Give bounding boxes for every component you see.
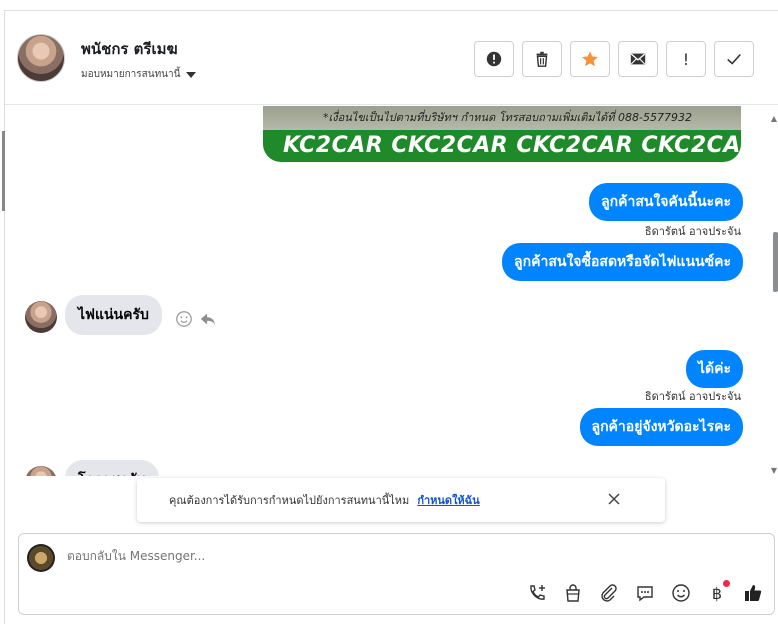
close-icon[interactable] bbox=[607, 492, 621, 506]
header-actions: ! bbox=[474, 41, 754, 77]
smiley-icon[interactable] bbox=[175, 310, 193, 328]
conversation-header: พนัชกร ตรีเมฆ มอบหมายการสนทนานี้ ! bbox=[5, 11, 778, 105]
assign-to-me-link[interactable]: กำหนดให้ฉัน bbox=[417, 491, 479, 509]
reply-icon[interactable] bbox=[199, 310, 217, 328]
star-icon bbox=[582, 51, 598, 67]
sender-name: ธิดารัตน์ อาจประจัน bbox=[644, 225, 741, 238]
contact-avatar-small[interactable] bbox=[25, 301, 57, 333]
call-button[interactable] bbox=[526, 582, 548, 604]
incoming-message[interactable]: โคราชครับ bbox=[65, 460, 159, 476]
thumbs-up-icon bbox=[745, 585, 762, 601]
mark-unread-button[interactable] bbox=[618, 41, 658, 77]
attach-button[interactable] bbox=[598, 582, 620, 604]
follow-up-button[interactable]: ! bbox=[666, 41, 706, 77]
scrollbar-thumb[interactable] bbox=[773, 232, 778, 292]
like-button[interactable] bbox=[742, 582, 764, 604]
exclamation-icon: ! bbox=[682, 49, 690, 69]
conversation-panel: พนัชกร ตรีเมฆ มอบหมายการสนทนานี้ ! *เงื่… bbox=[2, 10, 778, 624]
phone-add-icon bbox=[530, 585, 545, 600]
sender-name: ธิดารัตน์ อาจประจัน bbox=[644, 390, 741, 403]
delete-button[interactable] bbox=[522, 41, 562, 77]
outgoing-message[interactable]: ลูกค้าสนใจซื้อสดหรือจัดไฟแนนซ์คะ bbox=[502, 243, 743, 281]
assign-label: มอบหมายการสนทนานี้ bbox=[81, 69, 181, 80]
star-button[interactable] bbox=[570, 41, 610, 77]
message-thread[interactable]: *เงื่อนไขเป็นไปตามที่บริษัทฯ กำหนด โทรสอ… bbox=[5, 106, 778, 476]
spam-icon bbox=[486, 51, 502, 67]
chat-bubble-icon bbox=[637, 586, 653, 602]
shop-button[interactable] bbox=[562, 582, 584, 604]
image-banner-text: KC2CAR CKC2CAR CKC2CAR CKC2CAR CKC2 bbox=[263, 130, 741, 162]
saved-replies-button[interactable] bbox=[634, 582, 656, 604]
image-attachment[interactable]: *เงื่อนไขเป็นไปตามที่บริษัทฯ กำหนด โทรสอ… bbox=[263, 106, 741, 162]
scroll-down-arrow[interactable]: ▼ bbox=[771, 466, 777, 475]
contact-name[interactable]: พนัชกร ตรีเมฆ bbox=[81, 37, 178, 61]
mark-done-button[interactable] bbox=[714, 41, 754, 77]
shopping-bag-icon bbox=[566, 584, 580, 602]
emoji-icon bbox=[672, 584, 690, 602]
outgoing-message[interactable]: ลูกค้าสนใจคันนี้นะคะ bbox=[589, 183, 743, 221]
outgoing-message[interactable]: ได้ค่ะ bbox=[685, 350, 743, 388]
reply-composer: ฿ bbox=[18, 533, 775, 615]
chevron-down-icon bbox=[186, 71, 197, 78]
assign-notice: คุณต้องการได้รับการกำหนดไปยังการสนทนานี้… bbox=[137, 478, 665, 522]
notification-dot bbox=[723, 580, 730, 587]
composer-tools: ฿ bbox=[526, 580, 764, 604]
baht-icon: ฿ bbox=[711, 583, 723, 603]
contact-avatar[interactable] bbox=[17, 34, 65, 82]
scroll-up-arrow[interactable]: ▲ bbox=[771, 114, 777, 123]
contact-avatar-small[interactable] bbox=[25, 466, 57, 476]
mark-spam-button[interactable] bbox=[474, 41, 514, 77]
check-icon bbox=[727, 53, 741, 65]
assign-dropdown[interactable]: มอบหมายการสนทนานี้ bbox=[81, 67, 197, 82]
image-caption-text: *เงื่อนไขเป็นไปตามที่บริษัทฯ กำหนด โทรสอ… bbox=[323, 111, 692, 124]
reply-input[interactable] bbox=[67, 549, 667, 563]
outgoing-message[interactable]: ลูกค้าอยู่จังหวัดอะไรคะ bbox=[579, 408, 743, 446]
payment-button[interactable]: ฿ bbox=[706, 580, 730, 604]
page-avatar bbox=[27, 544, 55, 572]
notice-text: คุณต้องการได้รับการกำหนดไปยังการสนทนานี้… bbox=[169, 494, 410, 507]
emoji-button[interactable] bbox=[670, 582, 692, 604]
mail-icon bbox=[630, 53, 646, 65]
trash-icon bbox=[536, 51, 548, 67]
incoming-message[interactable]: ไฟแน่นครับ bbox=[65, 295, 162, 335]
paperclip-icon bbox=[601, 584, 617, 602]
message-actions bbox=[175, 310, 217, 328]
